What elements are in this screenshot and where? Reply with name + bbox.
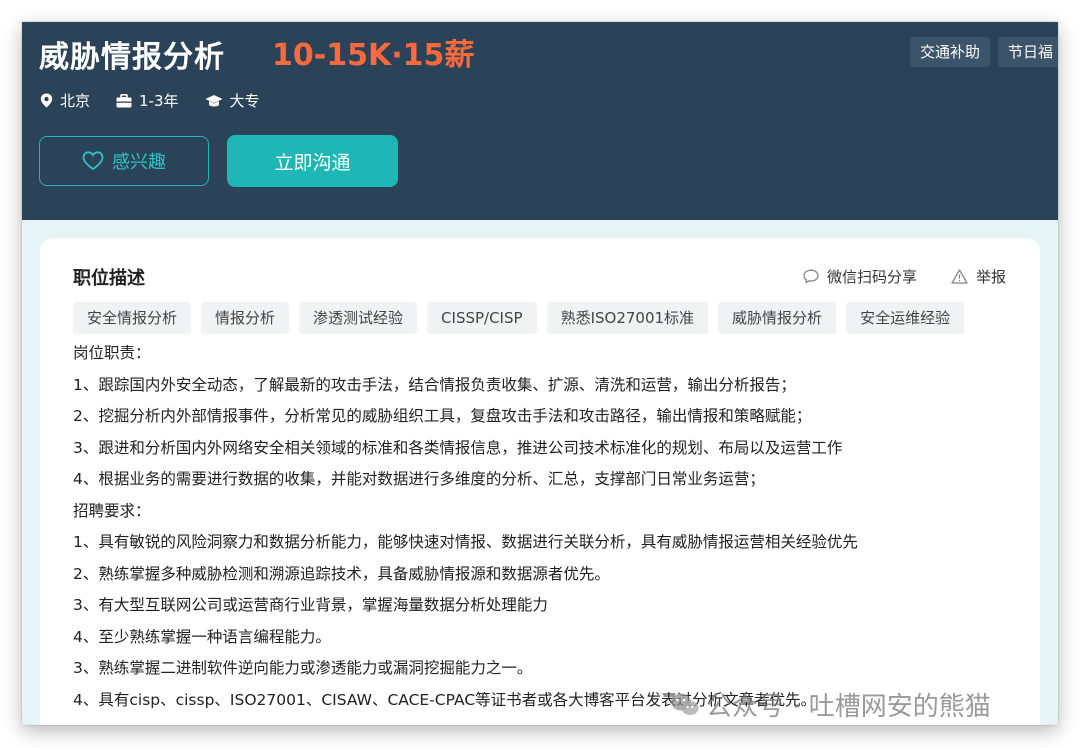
skill-tag: 安全运维经验	[846, 302, 965, 334]
skill-tag: 威胁情报分析	[718, 302, 837, 334]
chat-now-button[interactable]: 立即沟通	[227, 135, 398, 187]
skill-tag: 安全情报分析	[73, 302, 192, 334]
job-header: 威胁情报分析 10-15K·15薪 交通补助 节日福 北京 1-3年 大专 感兴…	[22, 22, 1058, 220]
job-description-card: 职位描述 微信扫码分享 举报 安全情报分析 情报分析 渗透测试经验 CISSP/…	[40, 238, 1040, 725]
benefit-tag: 交通补助	[910, 37, 991, 67]
job-meta: 北京 1-3年 大专	[40, 90, 260, 111]
watermark-text: 公众号 · 吐槽网安的熊猫	[706, 692, 991, 722]
section-title: 职位描述	[73, 268, 145, 289]
benefit-tag: 节日福	[998, 37, 1058, 67]
briefcase-icon	[116, 93, 132, 107]
description-line: 3、有大型互联网公司或运营商行业背景，掌握海量数据分析处理能力	[73, 596, 548, 614]
location-text: 北京	[60, 92, 91, 110]
skill-tag: CISSP/CISP	[427, 302, 537, 334]
education-text: 大专	[229, 92, 260, 110]
job-description-text: 岗位职责： 1、跟踪国内外安全动态，了解最新的攻击手法，结合情报负责收集、扩源、…	[73, 338, 1023, 716]
graduation-cap-icon	[205, 94, 223, 106]
skill-tag: 情报分析	[201, 302, 290, 334]
share-label: 微信扫码分享	[826, 268, 917, 286]
chat-bubble-icon	[803, 269, 819, 284]
experience-text: 1-3年	[139, 92, 179, 110]
description-line: 4、至少熟练掌握一种语言编程能力。	[73, 627, 331, 646]
wechat-icon	[671, 693, 699, 715]
skill-tag: 熟悉ISO27001标准	[546, 302, 709, 334]
job-title: 威胁情报分析	[39, 40, 225, 75]
benefit-list: 交通补助 节日福	[910, 37, 1058, 67]
job-detail-window: 威胁情报分析 10-15K·15薪 交通补助 节日福 北京 1-3年 大专 感兴…	[22, 22, 1058, 725]
report-link[interactable]: 举报	[951, 266, 1006, 287]
description-line: 3、熟练掌握二进制软件逆向能力或渗透能力或漏洞挖掘能力之一。	[73, 659, 533, 677]
meta-experience: 1-3年	[116, 90, 179, 111]
skill-tags: 安全情报分析 情报分析 渗透测试经验 CISSP/CISP 熟悉ISO27001…	[73, 302, 965, 334]
description-line: 4、根据业务的需要进行数据的收集，并能对数据进行多维度的分析、汇总，支撑部门日常…	[73, 470, 765, 488]
description-line: 1、具有敏锐的风险洞察力和数据分析能力，能够快速对情报、数据进行关联分析，具有威…	[73, 533, 858, 551]
heart-icon	[82, 151, 104, 171]
meta-location: 北京	[40, 90, 90, 111]
card-actions: 微信扫码分享 举报	[803, 266, 1006, 287]
description-line: 招聘要求：	[73, 501, 151, 520]
watermark: 公众号 · 吐槽网安的熊猫	[670, 686, 991, 723]
warning-icon	[951, 269, 968, 284]
description-line: 3、跟进和分析国内外网络安全相关领域的标准和各类情报信息，推进公司技术标准化的规…	[73, 438, 843, 457]
description-line: 1、跟踪国内外安全动态，了解最新的攻击手法，结合情报负责收集、扩源、清洗和运营，…	[73, 375, 796, 394]
description-line: 2、熟练掌握多种威胁检测和溯源追踪技术，具备威胁情报源和数据源者优先。	[73, 564, 610, 583]
wechat-share-link[interactable]: 微信扫码分享	[803, 266, 917, 287]
interest-button[interactable]: 感兴趣	[39, 136, 209, 186]
interest-label: 感兴趣	[112, 152, 166, 173]
description-line: 2、挖掘分析内外部情报事件，分析常见的威胁组织工具，复盘攻击手法和攻击路径，输出…	[73, 407, 812, 425]
salary: 10-15K·15薪	[272, 38, 475, 73]
description-line: 岗位职责：	[73, 344, 151, 362]
location-pin-icon	[40, 93, 53, 108]
report-label: 举报	[975, 268, 1006, 286]
skill-tag: 渗透测试经验	[299, 302, 418, 334]
meta-education: 大专	[205, 90, 260, 111]
